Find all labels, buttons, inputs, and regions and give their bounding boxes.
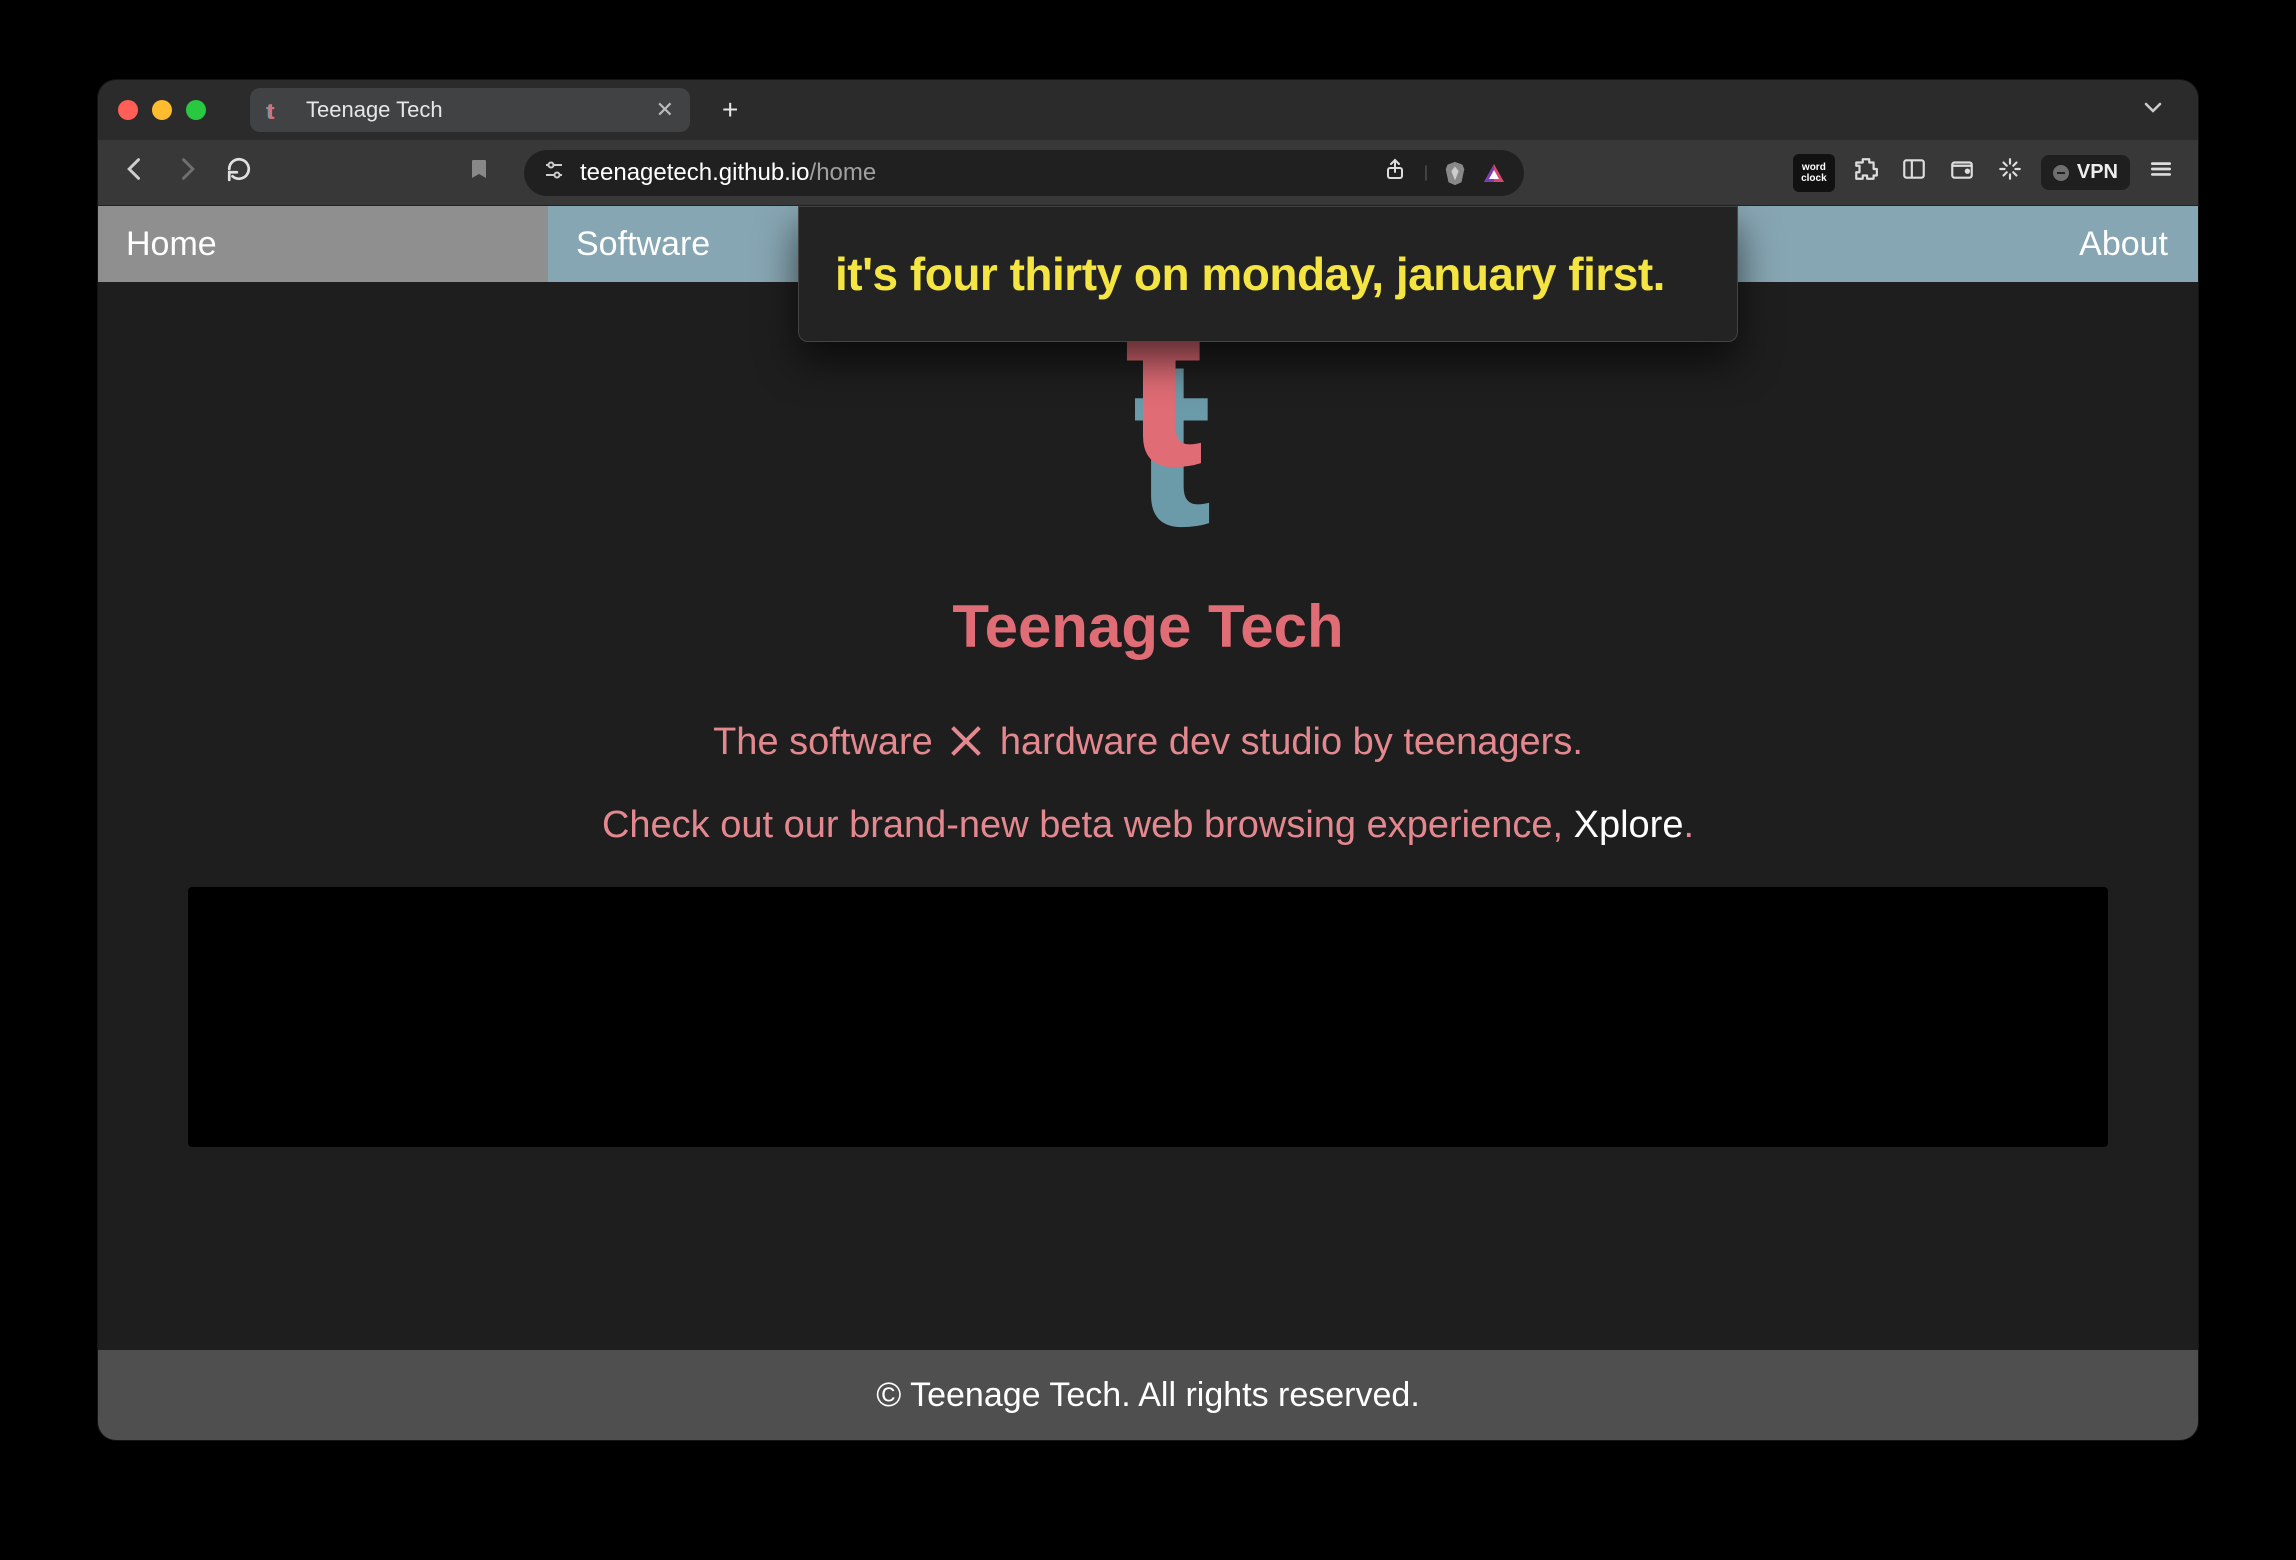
- brave-shields-icon[interactable]: [1442, 160, 1468, 186]
- separator: |: [1424, 164, 1428, 182]
- titlebar: tt Teenage Tech ✕ +: [98, 80, 2198, 140]
- tab-favicon-icon: tt: [266, 97, 292, 123]
- toolbar-right: word clock VPN: [1793, 154, 2178, 192]
- window-controls: [118, 100, 206, 120]
- xplore-link[interactable]: Xplore: [1574, 804, 1684, 846]
- wallet-icon[interactable]: [1945, 156, 1979, 189]
- site-settings-icon[interactable]: [542, 158, 566, 188]
- window-minimize-button[interactable]: [152, 100, 172, 120]
- extensions-icon[interactable]: [1849, 156, 1883, 189]
- vpn-label: VPN: [2077, 161, 2118, 184]
- site-cta: Check out our brand-new beta web browsin…: [98, 804, 2198, 847]
- bookmark-icon[interactable]: [464, 156, 494, 189]
- vpn-button[interactable]: VPN: [2041, 155, 2130, 190]
- word-clock-popover: it's four thirty on monday, january firs…: [798, 206, 1738, 342]
- word-clock-extension-icon[interactable]: word clock: [1793, 154, 1835, 192]
- nav-home[interactable]: Home: [98, 206, 548, 282]
- new-tab-button[interactable]: +: [722, 94, 738, 126]
- browser-window: tt Teenage Tech ✕ + teenagetech.git: [98, 80, 2198, 1440]
- forward-button[interactable]: [170, 155, 204, 191]
- address-bar[interactable]: teenagetech.github.io/home |: [524, 150, 1524, 196]
- reload-button[interactable]: [222, 156, 256, 189]
- browser-tab[interactable]: tt Teenage Tech ✕: [250, 88, 690, 132]
- share-icon[interactable]: [1380, 156, 1410, 189]
- nav-about[interactable]: About: [2051, 206, 2198, 282]
- sparkle-icon[interactable]: [1993, 156, 2027, 189]
- app-menu-button[interactable]: [2144, 156, 2178, 189]
- browser-toolbar: teenagetech.github.io/home | word clock: [98, 140, 2198, 206]
- tabs-overflow-button[interactable]: [2138, 95, 2168, 125]
- url-path: /home: [810, 159, 877, 186]
- site-tagline: The software hardware dev studio by teen…: [98, 721, 2198, 764]
- page-main: tt Teenage Tech The software hardware de…: [98, 282, 2198, 1147]
- cross-icon: [949, 724, 983, 758]
- word-clock-text: it's four thirty on monday, january firs…: [835, 247, 1701, 301]
- back-button[interactable]: [118, 155, 152, 191]
- vpn-status-icon: [2053, 165, 2069, 181]
- window-close-button[interactable]: [118, 100, 138, 120]
- url-host: teenagetech.github.io: [580, 159, 810, 186]
- brave-rewards-icon[interactable]: [1482, 161, 1506, 185]
- site-logo: tt: [98, 342, 2198, 542]
- sidebar-icon[interactable]: [1897, 156, 1931, 189]
- site-title: Teenage Tech: [98, 592, 2198, 661]
- url-text: teenagetech.github.io/home: [580, 159, 1366, 187]
- site-footer: © Teenage Tech. All rights reserved.: [98, 1350, 2198, 1440]
- tab-close-button[interactable]: ✕: [656, 97, 674, 123]
- tab-title: Teenage Tech: [306, 97, 642, 123]
- window-maximize-button[interactable]: [186, 100, 206, 120]
- page-viewport: Home Software About tt Teenage Tech The …: [98, 206, 2198, 1440]
- embedded-content[interactable]: [188, 887, 2108, 1147]
